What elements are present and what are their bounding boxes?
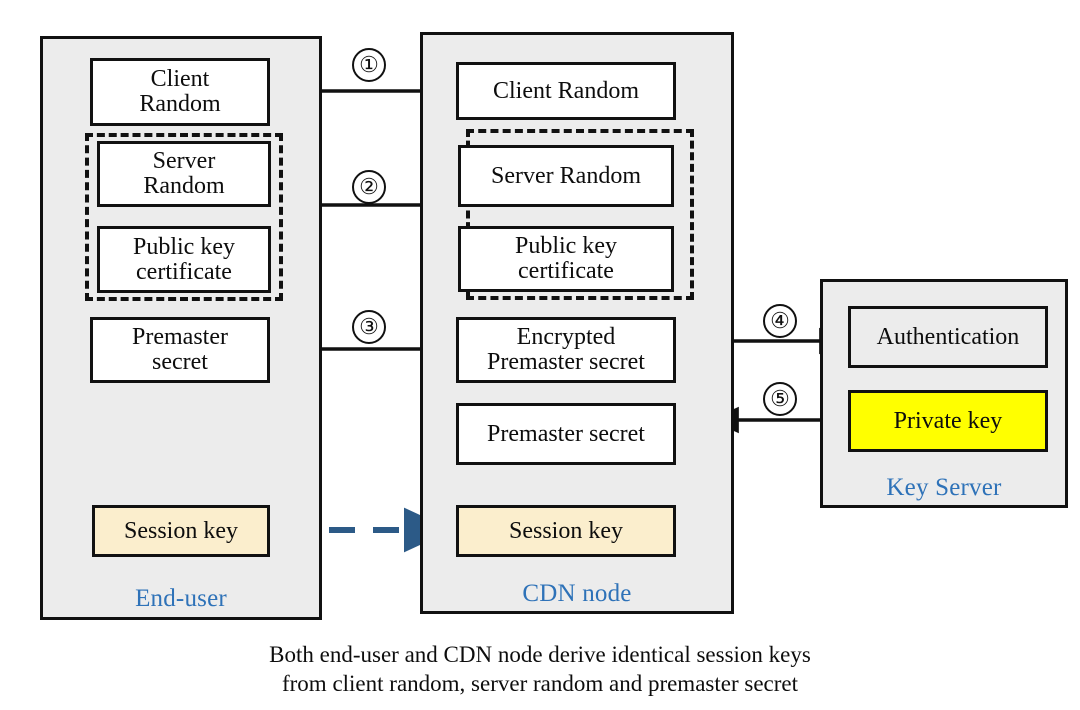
caption-line-1: Both end-user and CDN node derive identi… [269,642,811,667]
box-label: Public key certificate [133,233,235,285]
step-badge-4: ④ [763,304,797,338]
key-server-box-authentication[interactable]: Authentication [848,306,1048,368]
box-label: Client Random [139,66,221,117]
end-user-box-server-random[interactable]: Server Random [97,141,271,207]
diagram-canvas: Client Random Server Random Public key cert… [0,0,1080,710]
box-label: Client Random [493,77,639,104]
panel-label-cdn-node: CDN node [522,580,632,607]
step-badge-5: ⑤ [763,382,797,416]
caption-line-2: from client random, server random and pr… [281,671,798,697]
cdn-node-box-encrypted-premaster-secret[interactable]: Encrypted Premaster secret [456,317,676,383]
box-label: Public key certificate [515,233,617,284]
end-user-box-public-key-certificate[interactable]: Public key certificate [97,226,271,293]
cdn-node-box-premaster-secret[interactable]: Premaster secret [456,403,676,465]
panel-label-key-server: Key Server [886,474,1002,501]
box-label: Session key [509,517,623,544]
step-badge-3: ③ [352,310,386,344]
cdn-node-box-client-random[interactable]: Client Random [456,62,676,120]
panel-label-end-user: End-user [135,585,227,612]
end-user-box-session-key[interactable]: Session key [92,505,270,557]
box-label: Server Random [143,148,225,199]
box-label: Session key [124,517,238,544]
step-badge-1: ① [352,48,386,82]
box-label: Server Random [491,162,641,189]
cdn-node-box-session-key[interactable]: Session key [456,505,676,557]
box-label: Authentication [876,323,1020,350]
cdn-node-box-server-random[interactable]: Server Random [458,145,674,207]
diagram-caption: Both end-user and CDN node derive identi… [0,640,1080,699]
key-server-box-private-key[interactable]: Private key [848,390,1048,452]
box-label: Premaster secret [487,420,645,447]
box-label: Encrypted Premaster secret [487,324,645,375]
end-user-box-premaster-secret[interactable]: Premaster secret [90,317,270,383]
step-badge-2: ② [352,170,386,204]
box-label: Premaster secret [132,324,228,375]
end-user-box-client-random[interactable]: Client Random [90,58,270,126]
box-label: Private key [893,407,1003,434]
cdn-node-box-public-key-certificate[interactable]: Public key certificate [458,226,674,292]
